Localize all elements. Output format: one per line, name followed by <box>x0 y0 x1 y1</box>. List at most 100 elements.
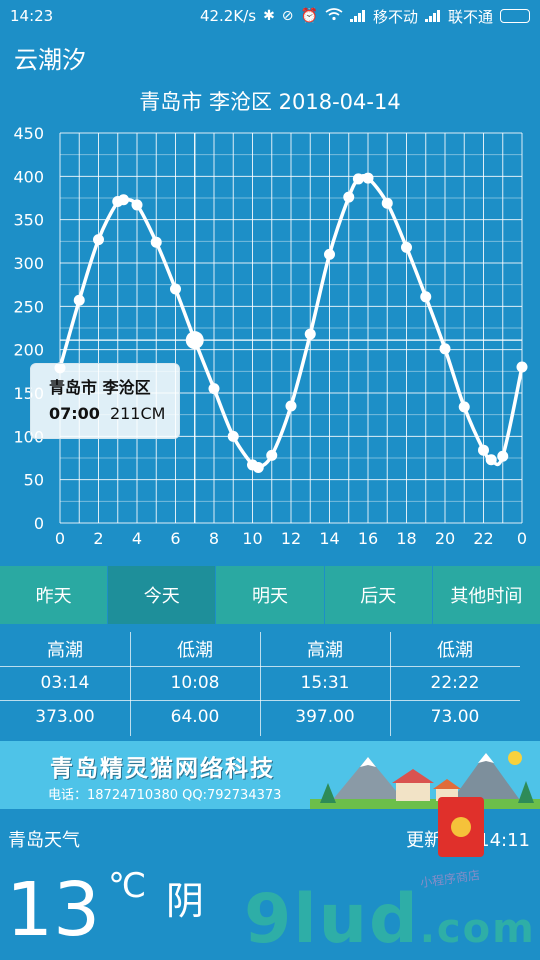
tide-data-point <box>401 241 412 253</box>
y-tick-label: 50 <box>24 471 44 490</box>
bluetooth-icon: ✱ <box>263 8 275 24</box>
tooltip-location: 青岛市 李沧区 <box>49 378 151 397</box>
chart-tooltip: 青岛市 李沧区 07:00 211CM <box>30 363 180 439</box>
y-tick-label: 400 <box>13 167 44 186</box>
tide-data-point <box>118 194 130 206</box>
time-low-1: 10:08 <box>170 673 220 693</box>
header-low-1: 低潮 <box>177 640 213 661</box>
tooltip-value: 211CM <box>109 404 166 423</box>
day-tabs: 昨天 今天 明天 后天 其他时间 <box>0 566 540 624</box>
tide-data-point <box>73 294 85 306</box>
table-divider <box>260 632 261 736</box>
tide-data-point <box>381 197 393 209</box>
x-tick-label: 10 <box>242 529 262 548</box>
header-high-1: 高潮 <box>47 640 83 661</box>
tooltip-reading: 07:00 211CM <box>49 404 179 423</box>
tide-data-point <box>324 248 335 260</box>
tide-table: 高潮 低潮 高潮 低潮 03:14 10:08 15:31 22:22 373.… <box>0 632 540 736</box>
ad-brand: 青岛精灵猫网络科技 <box>50 756 275 782</box>
y-tick-label: 200 <box>13 341 44 360</box>
temperature: 13 <box>6 867 101 953</box>
wifi-icon <box>325 7 343 25</box>
tide-data-point <box>458 401 470 413</box>
weather-condition: 阴 <box>166 879 205 923</box>
app-root: 14:23 42.2K/s ✱ ⊘ ⏰ 移不动 联不通 云潮汐 青岛市 李沧区 … <box>0 0 540 960</box>
x-tick-label: 16 <box>358 529 378 548</box>
x-tick-label: 6 <box>170 529 180 548</box>
mute-icon: ⊘ <box>281 8 294 24</box>
battery-icon <box>500 9 530 23</box>
watermark-text: 9lud <box>244 880 420 959</box>
tide-data-point <box>485 454 497 466</box>
tab-yesterday[interactable]: 昨天 <box>0 566 108 624</box>
temperature-unit: ℃ <box>108 866 147 906</box>
tooltip-time: 07:00 <box>49 404 100 423</box>
update-time-value: 14:11 <box>478 830 530 851</box>
status-icons: 42.2K/s ✱ ⊘ ⏰ 移不动 联不通 <box>200 6 530 27</box>
y-tick-label: 300 <box>13 254 44 273</box>
tide-table-header: 高潮 低潮 高潮 低潮 <box>0 632 540 666</box>
chart-title: 青岛市 李沧区 2018-04-14 <box>139 90 401 114</box>
height-high-2: 397.00 <box>295 707 355 727</box>
table-divider <box>130 632 131 736</box>
height-low-1: 64.00 <box>170 707 220 727</box>
landscape-illustration <box>310 751 540 809</box>
coin-icon <box>451 817 471 837</box>
y-tick-label: 0 <box>34 514 44 533</box>
tide-data-point <box>150 236 162 248</box>
tide-data-point <box>227 430 239 442</box>
time-low-2: 22:22 <box>430 673 480 693</box>
tab-tomorrow[interactable]: 明天 <box>216 566 324 624</box>
tide-data-point <box>131 199 143 211</box>
highlight-point <box>185 331 204 350</box>
tide-chart[interactable]: 青岛市 李沧区 2018-04-14 0 50 100 150 200 250 300 350… <box>0 80 540 560</box>
tab-today[interactable]: 今天 <box>108 566 216 624</box>
tide-data-point <box>516 361 528 373</box>
tide-data-point <box>285 400 297 412</box>
time-high-1: 03:14 <box>40 673 90 693</box>
x-tick-label: 22 <box>473 529 493 548</box>
x-tick-label: 18 <box>396 529 416 548</box>
tide-data-point <box>208 383 220 395</box>
watermark-logo: 9lud.com <box>244 880 536 959</box>
status-bar: 14:23 42.2K/s ✱ ⊘ ⏰ 移不动 联不通 <box>0 0 540 32</box>
alarm-icon: ⏰ <box>300 8 318 24</box>
tide-data-point <box>497 450 509 462</box>
tide-heights-row: 373.00 64.00 397.00 73.00 <box>0 700 540 734</box>
y-tick-label: 450 <box>13 124 44 143</box>
tide-times-row: 03:14 10:08 15:31 22:22 <box>0 666 540 700</box>
ad-contact: 电话：18724710380 QQ:792734373 <box>48 788 282 803</box>
tide-data-point <box>420 291 432 303</box>
red-packet-icon[interactable] <box>438 797 484 857</box>
tide-data-point <box>266 449 278 461</box>
signal-icon-2 <box>424 10 441 22</box>
x-tick-label: 0 <box>55 529 65 548</box>
status-time: 14:23 <box>10 7 54 25</box>
signal-icon <box>349 10 366 22</box>
x-tick-label: 2 <box>93 529 103 548</box>
tide-data-point <box>362 172 374 184</box>
tab-other-time[interactable]: 其他时间 <box>432 566 540 624</box>
x-tick-label: 4 <box>132 529 142 548</box>
height-high-1: 373.00 <box>35 707 95 727</box>
tide-data-point <box>170 283 181 295</box>
x-tick-label: 8 <box>209 529 219 548</box>
table-divider <box>390 632 391 736</box>
tide-data-point <box>439 343 451 355</box>
weather-city: 青岛天气 <box>8 830 80 851</box>
height-low-2: 73.00 <box>430 707 480 727</box>
carrier-2: 联不通 <box>447 7 493 26</box>
tide-data-point <box>252 462 264 474</box>
y-tick-label: 250 <box>13 297 44 316</box>
header-high-2: 高潮 <box>307 640 343 661</box>
y-tick-label: 350 <box>13 211 44 230</box>
tab-day-after[interactable]: 后天 <box>324 566 432 624</box>
x-tick-label: 0 <box>517 529 527 548</box>
tide-chart-svg[interactable]: 0501001502002503003504004500 2 4 6 8 10 12 14 16… <box>0 120 540 560</box>
tide-data-point <box>478 444 489 456</box>
x-tick-label: 12 <box>281 529 301 548</box>
x-tick-label: 14 <box>319 529 339 548</box>
watermark-suffix: .com <box>419 906 536 952</box>
tide-data-point <box>93 234 104 246</box>
x-tick-label: 20 <box>435 529 455 548</box>
